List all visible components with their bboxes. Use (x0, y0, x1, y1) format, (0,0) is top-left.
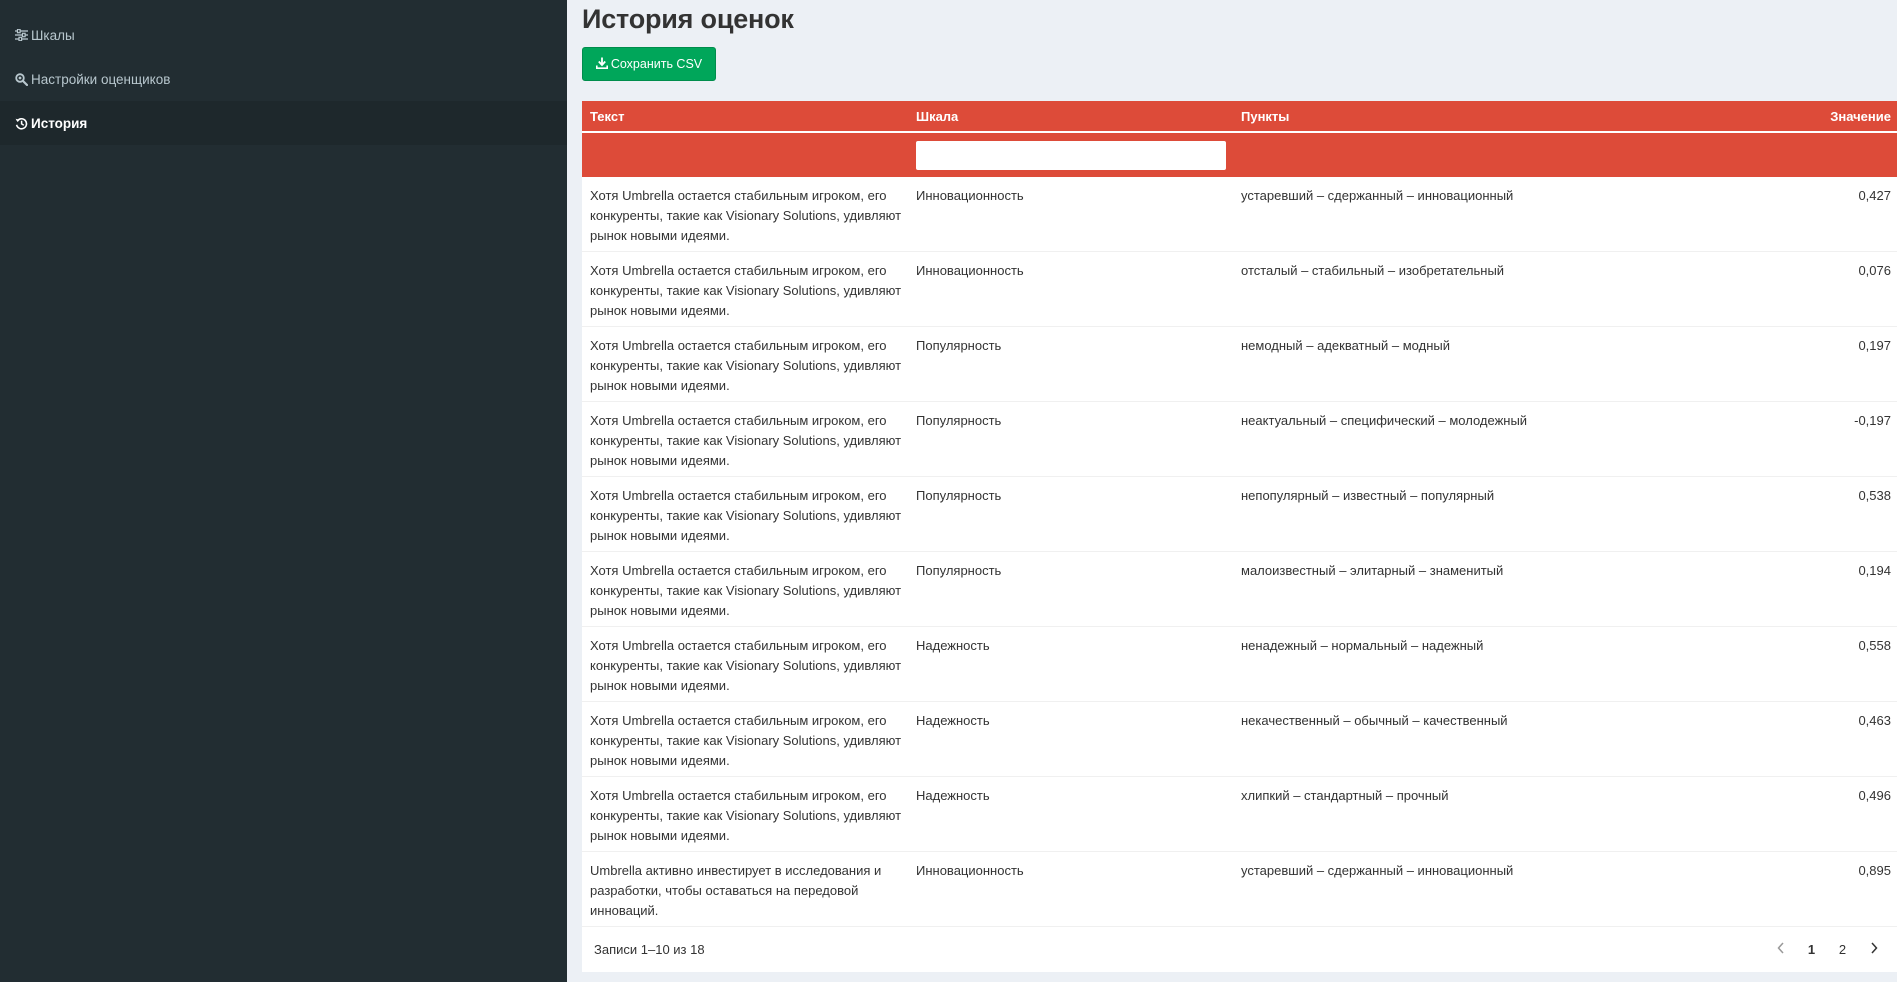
sidebar-item-scales[interactable]: Шкалы (0, 13, 567, 57)
table-header: Текст Шкала Пункты Значение (582, 101, 1897, 177)
cell-value: 0,463 (1858, 713, 1891, 728)
cell-text: Хотя Umbrella остается стабильным игроко… (590, 413, 902, 468)
cell-text: Хотя Umbrella остается стабильным игроко… (590, 488, 902, 543)
chevron-right-icon (1870, 942, 1878, 957)
cell-items: малоизвестный – элитарный – знаменитый (1241, 563, 1504, 578)
column-header-text[interactable]: Текст (582, 109, 908, 124)
cell-items: устаревший – сдержанный – инновационный (1241, 863, 1514, 878)
page-button-2[interactable]: 2 (1829, 936, 1856, 964)
save-csv-label: Сохранить CSV (610, 57, 703, 71)
cell-text: Хотя Umbrella остается стабильным игроко… (590, 338, 902, 393)
cell-scale: Инновационность (916, 863, 1024, 878)
cell-scale: Популярность (916, 413, 1002, 428)
cell-items: хлипкий – стандартный – прочный (1241, 788, 1449, 803)
table-row: Хотя Umbrella остается стабильным игроко… (582, 477, 1897, 552)
table-row: Хотя Umbrella остается стабильным игроко… (582, 252, 1897, 327)
table-row: Хотя Umbrella остается стабильным игроко… (582, 177, 1897, 252)
cell-scale: Популярность (916, 488, 1002, 503)
download-icon (595, 57, 608, 72)
next-page-button[interactable] (1860, 936, 1887, 964)
cell-items: устаревший – сдержанный – инновационный (1241, 188, 1514, 203)
save-csv-button[interactable]: Сохранить CSV (582, 47, 716, 81)
sidebar-item-label: Настройки оценщиков (31, 71, 171, 87)
cell-text: Хотя Umbrella остается стабильным игроко… (590, 263, 902, 318)
cell-value: 0,538 (1858, 488, 1891, 503)
sidebar-item-label: История (31, 115, 88, 131)
filter-row (582, 133, 1897, 177)
prev-page-button[interactable] (1767, 936, 1794, 964)
page-title: История оценок (582, 4, 794, 34)
records-info: Записи 1–10 из 18 (594, 942, 705, 957)
sidebar-item-history[interactable]: История (0, 101, 567, 145)
cell-text: Хотя Umbrella остается стабильным игроко… (590, 788, 902, 843)
cell-value: 0,558 (1858, 638, 1891, 653)
cell-items: некачественный – обычный – качественный (1241, 713, 1508, 728)
cell-items: отсталый – стабильный – изобретательный (1241, 263, 1505, 278)
cell-value: 0,076 (1858, 263, 1891, 278)
cell-items: неактуальный – специфический – молодежны… (1241, 413, 1528, 428)
cell-text: Umbrella активно инвестирует в исследова… (590, 863, 882, 918)
column-header-value[interactable]: Значение (1733, 109, 1897, 124)
cell-scale: Популярность (916, 338, 1002, 353)
cell-scale: Инновационность (916, 188, 1024, 203)
history-table: Текст Шкала Пункты Значение Хотя Umbrell… (582, 101, 1897, 972)
table-row: Хотя Umbrella остается стабильным игроко… (582, 327, 1897, 402)
cell-text: Хотя Umbrella остается стабильным игроко… (590, 188, 902, 243)
chevron-left-icon (1776, 942, 1785, 957)
column-header-scale[interactable]: Шкала (908, 109, 1233, 124)
cell-items: ненадежный – нормальный – надежный (1241, 638, 1484, 653)
cell-value: 0,197 (1858, 338, 1891, 353)
table-body: Хотя Umbrella остается стабильным игроко… (582, 177, 1897, 927)
cell-scale: Надежность (916, 713, 990, 728)
sidebar-item-label: Шкалы (31, 27, 75, 43)
table-row: Хотя Umbrella остается стабильным игроко… (582, 402, 1897, 477)
cell-scale: Надежность (916, 788, 990, 803)
column-header-items[interactable]: Пункты (1233, 109, 1733, 124)
cell-text: Хотя Umbrella остается стабильным игроко… (590, 638, 902, 693)
table-row: Umbrella активно инвестирует в исследова… (582, 852, 1897, 927)
table-row: Хотя Umbrella остается стабильным игроко… (582, 702, 1897, 777)
pagination: 1 2 (1767, 936, 1887, 964)
page-button-1[interactable]: 1 (1798, 936, 1825, 964)
sidebar: Шкалы Настройки оценщиков История (0, 0, 567, 982)
table-row: Хотя Umbrella остается стабильным игроко… (582, 777, 1897, 852)
table-footer: Записи 1–10 из 18 1 2 (582, 927, 1897, 972)
cell-items: непопулярный – известный – популярный (1241, 488, 1495, 503)
cell-value: 0,427 (1858, 188, 1891, 203)
cell-value: 0,194 (1858, 563, 1891, 578)
history-icon (14, 116, 28, 130)
sliders-icon (14, 28, 28, 42)
table-header-row: Текст Шкала Пункты Значение (582, 101, 1897, 133)
scale-filter-input[interactable] (916, 140, 1226, 170)
cell-value: 0,496 (1858, 788, 1891, 803)
table-row: Хотя Umbrella остается стабильным игроко… (582, 552, 1897, 627)
table-row: Хотя Umbrella остается стабильным игроко… (582, 627, 1897, 702)
cell-scale: Инновационность (916, 263, 1024, 278)
cell-scale: Популярность (916, 563, 1002, 578)
cell-text: Хотя Umbrella остается стабильным игроко… (590, 563, 902, 618)
cell-value: -0,197 (1854, 413, 1891, 428)
cell-scale: Надежность (916, 638, 990, 653)
cell-value: 0,895 (1858, 863, 1891, 878)
search-settings-icon (14, 72, 28, 86)
main-content: История оценок Сохранить CSV Текст Шкала… (567, 0, 1897, 982)
cell-text: Хотя Umbrella остается стабильным игроко… (590, 713, 902, 768)
cell-items: немодный – адекватный – модный (1241, 338, 1450, 353)
sidebar-item-evaluator-settings[interactable]: Настройки оценщиков (0, 57, 567, 101)
